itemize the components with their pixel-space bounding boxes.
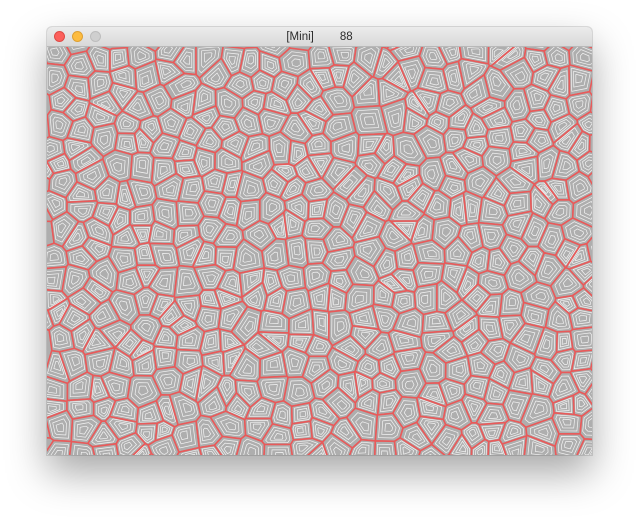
window-title: [Mini] 88: [286, 31, 352, 43]
minimize-icon[interactable]: [72, 31, 83, 42]
close-icon[interactable]: [54, 31, 65, 42]
window-title-label: [Mini]: [286, 30, 314, 43]
window-controls: [54, 31, 101, 42]
voronoi-cells: [47, 47, 592, 455]
app-window: [Mini] 88: [47, 27, 592, 455]
title-bar[interactable]: [Mini] 88: [47, 27, 592, 47]
render-canvas[interactable]: [47, 47, 592, 455]
zoom-icon[interactable]: [90, 31, 101, 42]
voronoi-canvas: [47, 47, 592, 455]
desktop: [Mini] 88: [0, 0, 640, 523]
fps-counter: 88: [339, 30, 353, 43]
